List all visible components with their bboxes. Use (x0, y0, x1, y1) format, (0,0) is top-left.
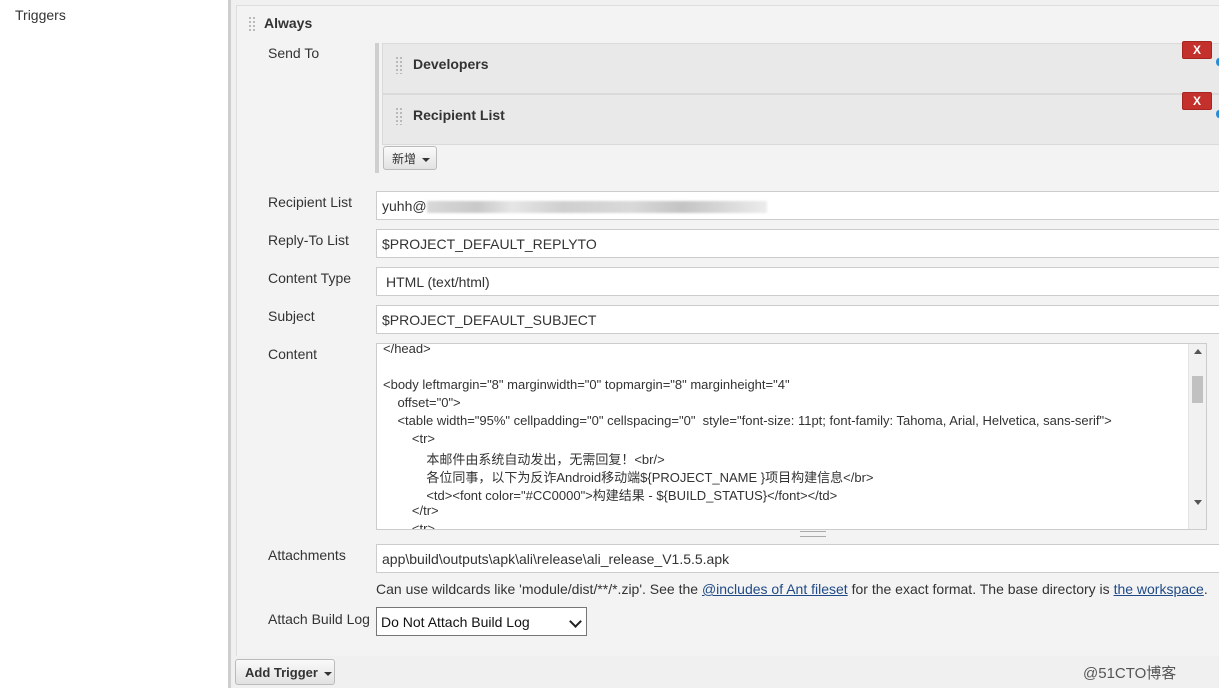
code-line: </tr> (383, 503, 439, 518)
send-to-item-label: Recipient List (413, 107, 505, 123)
add-trigger-button[interactable]: Add Trigger (235, 659, 335, 685)
send-to-item-developers: Developers (382, 43, 1219, 94)
content-label: Content (268, 346, 318, 362)
remove-recipient-list-button[interactable]: X (1182, 92, 1212, 110)
subject-input[interactable]: $PROJECT_DEFAULT_SUBJECT (376, 305, 1219, 334)
drag-handle-icon[interactable] (395, 56, 403, 74)
reply-to-input[interactable]: $PROJECT_DEFAULT_REPLYTO (376, 229, 1219, 258)
help-text: for the exact format. The base directory… (847, 581, 1114, 597)
drag-handle-icon[interactable] (248, 16, 256, 32)
drag-handle-icon[interactable] (395, 107, 403, 125)
code-line: <body leftmargin="8" marginwidth="0" top… (383, 377, 790, 392)
chevron-down-icon (422, 157, 431, 162)
send-to-item-recipient-list: Recipient List (382, 94, 1219, 145)
code-line: </head> (383, 343, 431, 356)
scrollbar-thumb[interactable] (1192, 376, 1203, 403)
add-trigger-label: Add Trigger (245, 665, 318, 680)
add-button-label: 新增 (392, 152, 417, 166)
content-type-label: Content Type (268, 270, 352, 286)
code-line: <tr> (383, 431, 436, 446)
code-line: 各位同事，以下为反诈Android移动端${PROJECT_NAME }项目构建… (383, 470, 874, 485)
recipient-list-label: Recipient List (268, 194, 353, 210)
textarea-resize-handle[interactable] (800, 531, 826, 537)
workspace-link[interactable]: the workspace (1114, 581, 1204, 597)
content-type-select[interactable]: HTML (text/html) (376, 267, 1219, 296)
left-column: Triggers (0, 0, 228, 688)
send-to-item-label: Developers (413, 56, 489, 72)
code-line: <tr> (383, 521, 436, 530)
attachments-label: Attachments (268, 547, 346, 563)
content-textarea[interactable]: </head> <body leftmargin="8" marginwidth… (376, 343, 1207, 530)
code-line: offset="0"> (383, 395, 461, 410)
attachments-input[interactable]: app\build\outputs\apk\ali\release\ali_re… (376, 544, 1219, 573)
attach-build-log-value: Do Not Attach Build Log (381, 614, 530, 630)
subject-label: Subject (268, 308, 315, 324)
recipient-list-value: yuhh@ (382, 198, 427, 214)
scroll-down-icon[interactable] (1194, 500, 1202, 505)
recipient-list-input[interactable]: yuhh@ (376, 191, 1219, 220)
reply-to-label: Reply-To List (268, 232, 349, 248)
ant-fileset-link[interactable]: @includes of Ant fileset (702, 581, 848, 597)
code-line: <table width="95%" cellpadding="0" cells… (383, 413, 1112, 428)
send-to-label: Send To (268, 45, 320, 61)
content-scrollbar[interactable] (1188, 344, 1206, 529)
add-send-to-button[interactable]: 新增 (383, 146, 437, 170)
remove-developers-button[interactable]: X (1182, 41, 1212, 59)
help-text: Can use wildcards like 'module/dist/**/*… (376, 581, 702, 597)
code-line: <td><font color="#CC0000">构建结果 - ${BUILD… (383, 488, 838, 503)
watermark: @51CTO博客 (1083, 665, 1177, 682)
code-line: 本邮件由系统自动发出，无需回复！<br/> (383, 452, 665, 467)
attach-build-log-label: Attach Build Log (268, 611, 370, 627)
attach-build-log-select[interactable]: Do Not Attach Build Log (376, 607, 587, 636)
scroll-up-icon[interactable] (1194, 349, 1202, 354)
chevron-down-icon (323, 671, 332, 676)
help-text: . (1203, 581, 1208, 597)
attachments-help: Can use wildcards like 'module/dist/**/*… (376, 581, 1208, 597)
triggers-label: Triggers (15, 7, 66, 23)
redacted-text (426, 201, 767, 214)
section-title: Always (264, 15, 313, 31)
chevron-down-icon (569, 615, 582, 628)
